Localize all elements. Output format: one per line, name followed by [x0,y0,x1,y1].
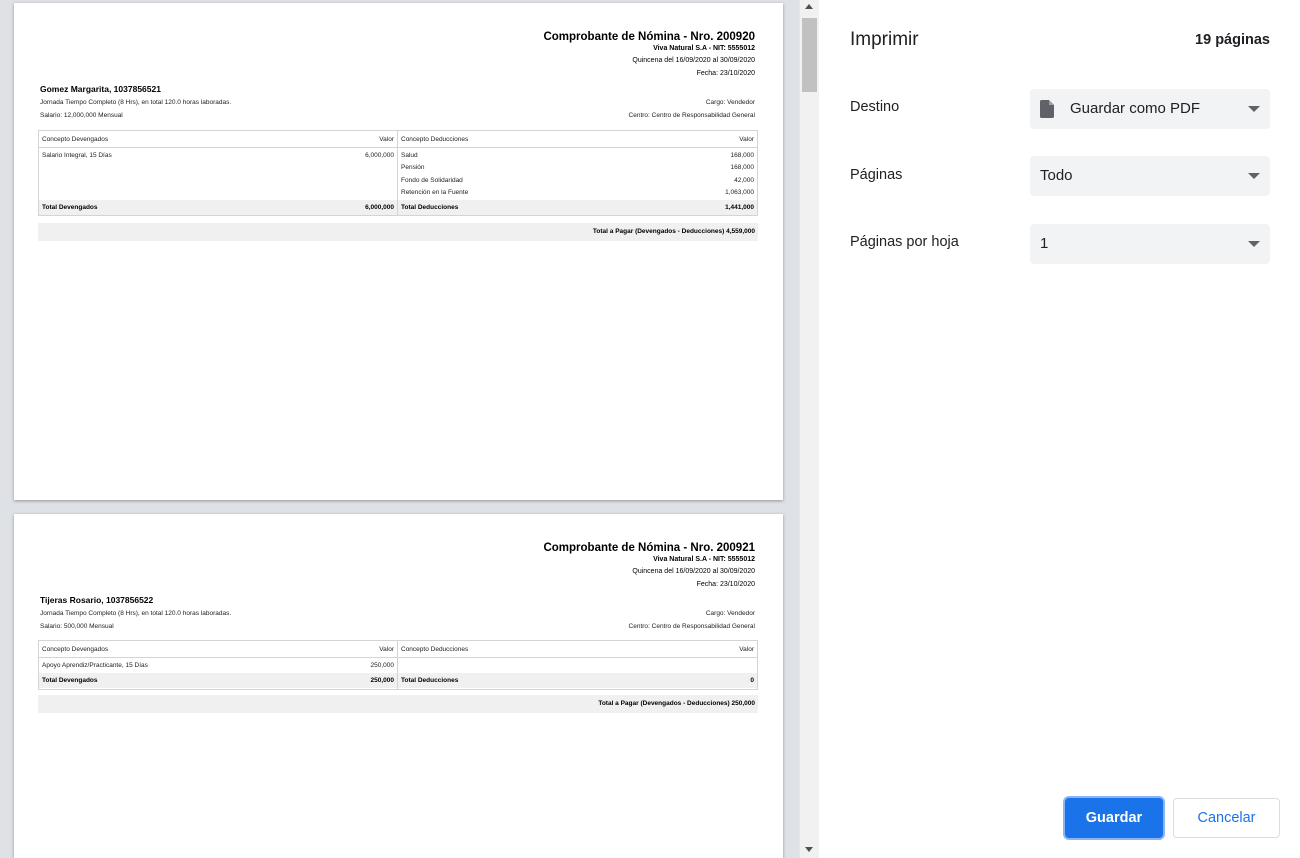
total-earnings-label: Total Devengados [42,204,98,211]
pay-period: Quincena del 16/09/2020 al 30/09/2020 [632,568,755,575]
destination-value: Guardar como PDF [1070,100,1201,117]
earnings-column: Concepto Devengados Valor Apoyo Aprendiz… [39,641,398,689]
deduction-concept: Retención en la Fuente [401,189,469,196]
deduction-row: Fondo de Solidaridad 42,000 [401,175,754,186]
earning-concept: Apoyo Aprendiz/Practicante, 15 Días [42,662,148,669]
deductions-header: Concepto Deducciones Valor [401,134,754,145]
receipt-date: Fecha: 23/10/2020 [696,581,755,588]
deduction-value: 42,000 [734,177,754,184]
deduction-row: Retención en la Fuente 1,063,000 [401,187,754,198]
preview-page: Comprobante de Nómina - Nro. 200921 Viva… [14,514,783,858]
pages-per-sheet-value: 1 [1040,235,1049,252]
earnings-column: Concepto Devengados Valor Salario Integr… [39,131,398,215]
destination-label: Destino [850,99,900,115]
deductions-column: Concepto Deducciones Valor Total Deducci… [398,641,757,689]
save-button[interactable]: Guardar [1065,798,1163,838]
deduction-concept: Pensión [401,164,425,171]
total-earnings-value: 250,000 [370,677,395,684]
earnings-header: Concepto Devengados Valor [42,644,394,655]
payroll-table: Concepto Devengados Valor Apoyo Aprendiz… [38,640,758,690]
earning-value: 6,000,000 [365,152,394,159]
destination-select[interactable]: Guardar como PDF [1030,89,1270,129]
receipt-date: Fecha: 23/10/2020 [696,70,755,77]
total-earnings-label: Total Devengados [42,677,98,684]
earnings-value-header: Valor [379,646,394,653]
pages-select[interactable]: Todo [1030,156,1270,196]
page-count: 19 páginas [1195,32,1270,48]
total-earnings-value: 6,000,000 [365,204,394,211]
pages-value: Todo [1040,167,1073,184]
earnings-concept-header: Concepto Devengados [42,646,109,653]
earnings-header: Concepto Devengados Valor [42,134,394,145]
print-preview: Comprobante de Nómina - Nro. 200920 Viva… [0,0,799,858]
total-earnings-row: Total Devengados 6,000,000 [42,202,394,213]
preview-scrollbar[interactable] [799,0,819,858]
chevron-down-icon [1248,106,1260,112]
total-deductions-label: Total Deducciones [401,677,459,684]
pages-per-sheet-label: Páginas por hoja [850,234,959,250]
scroll-thumb[interactable] [802,18,817,92]
total-earnings-row: Total Devengados 250,000 [42,675,394,686]
company-info: Viva Natural S.A - NIT: 5555012 [653,556,755,563]
chevron-down-icon [1248,241,1260,247]
deduction-concept: Salud [401,152,418,159]
work-schedule: Jornada Tiempo Completo (8 Hrs), en tota… [40,99,232,106]
cancel-button[interactable]: Cancelar [1173,798,1280,838]
earnings-concept-header: Concepto Devengados [42,136,109,143]
employee-name: Gomez Margarita, 1037856521 [40,84,161,94]
file-icon [1040,100,1054,118]
cost-center-info: Centro: Centro de Responsabilidad Genera… [628,623,755,630]
work-schedule: Jornada Tiempo Completo (8 Hrs), en tota… [40,610,232,617]
earnings-value-header: Valor [379,136,394,143]
print-settings-panel: Imprimir 19 páginas Destino Guardar como… [820,0,1300,858]
preview-page: Comprobante de Nómina - Nro. 200920 Viva… [14,3,783,500]
pages-label: Páginas [850,167,903,183]
earning-concept: Salario Integral, 15 Días [42,152,112,159]
earning-value: 250,000 [370,662,395,669]
deductions-value-header: Valor [739,646,754,653]
position-info: Cargo: Vendedor [705,610,755,617]
deduction-concept: Fondo de Solidaridad [401,177,463,184]
pages-per-sheet-select[interactable]: 1 [1030,224,1270,264]
deduction-value: 168,000 [730,164,755,171]
deduction-value: 1,063,000 [725,189,754,196]
deduction-row: Pensión 168,000 [401,162,754,173]
receipt-title: Comprobante de Nómina - Nro. 200920 [543,31,755,43]
scroll-up-arrow-icon[interactable] [805,4,813,9]
employee-name: Tijeras Rosario, 1037856522 [40,595,154,605]
dialog-title: Imprimir [850,29,919,50]
deductions-concept-header: Concepto Deducciones [401,646,469,653]
net-pay-total: Total a Pagar (Devengados - Deducciones)… [38,223,758,241]
earning-row: Apoyo Aprendiz/Practicante, 15 Días 250,… [42,660,394,671]
net-pay-total: Total a Pagar (Devengados - Deducciones)… [38,695,758,713]
position-info: Cargo: Vendedor [705,99,755,106]
payroll-table: Concepto Devengados Valor Salario Integr… [38,130,758,216]
salary-info: Salario: 12,000,000 Mensual [40,112,123,119]
chevron-down-icon [1248,173,1260,179]
deduction-row: Salud 168,000 [401,150,754,161]
total-deductions-value: 0 [750,677,754,684]
salary-info: Salario: 500,000 Mensual [40,623,114,630]
deductions-header: Concepto Deducciones Valor [401,644,754,655]
total-deductions-label: Total Deducciones [401,204,459,211]
total-deductions-row: Total Deducciones 1,441,000 [401,202,754,213]
deductions-concept-header: Concepto Deducciones [401,136,469,143]
receipt-header: Comprobante de Nómina - Nro. 200920 Viva… [543,30,755,80]
cost-center-info: Centro: Centro de Responsabilidad Genera… [628,112,755,119]
total-deductions-row: Total Deducciones 0 [401,675,754,686]
receipt-header: Comprobante de Nómina - Nro. 200921 Viva… [543,541,755,591]
deductions-column: Concepto Deducciones Valor Salud 168,000… [398,131,757,215]
deductions-value-header: Valor [739,136,754,143]
pay-period: Quincena del 16/09/2020 al 30/09/2020 [632,57,755,64]
total-deductions-value: 1,441,000 [725,204,754,211]
deduction-value: 168,000 [730,152,755,159]
receipt-title: Comprobante de Nómina - Nro. 200921 [543,542,755,554]
earning-row: Salario Integral, 15 Días 6,000,000 [42,150,394,161]
company-info: Viva Natural S.A - NIT: 5555012 [653,45,755,52]
scroll-down-arrow-icon[interactable] [805,847,813,852]
